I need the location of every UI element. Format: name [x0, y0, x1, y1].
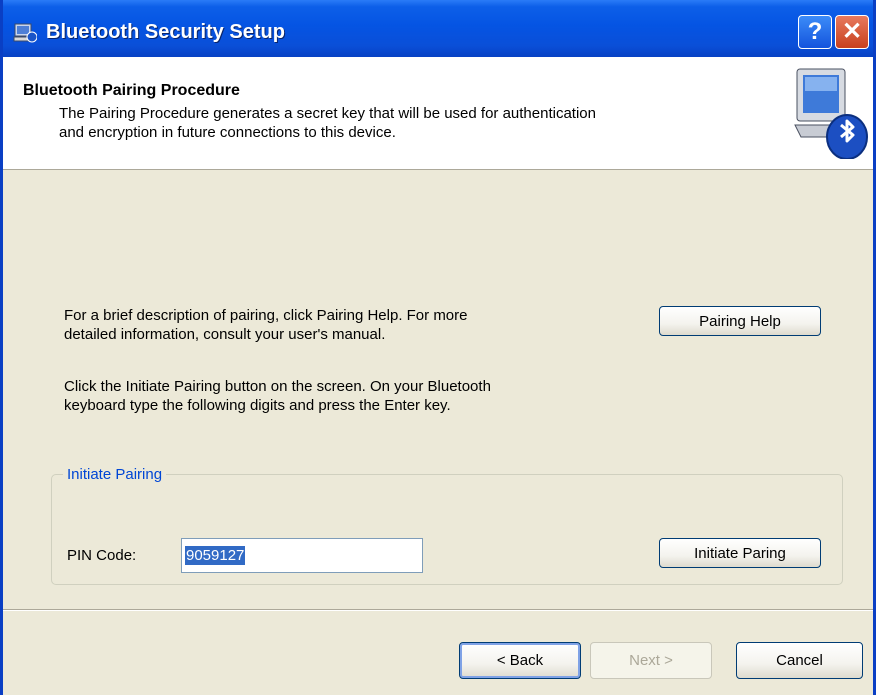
- pairing-help-button[interactable]: Pairing Help: [659, 306, 821, 336]
- help-button[interactable]: ?: [798, 15, 832, 49]
- bluetooth-monitor-icon: [794, 68, 868, 159]
- pairing-help-text: For a brief description of pairing, clic…: [64, 306, 468, 344]
- pin-code-value: 9059127: [185, 546, 246, 565]
- instruction-text: Click the Initiate Pairing button on the…: [64, 377, 491, 415]
- initiate-pairing-group: [51, 474, 843, 585]
- group-label: Initiate Pairing: [63, 466, 167, 483]
- help-text-line-1: For a brief description of pairing, clic…: [64, 307, 468, 324]
- dialog-window: Bluetooth Security Setup ? ✕ Bluetooth P…: [0, 0, 876, 695]
- wizard-header: Bluetooth Pairing Procedure The Pairing …: [3, 57, 873, 170]
- instruction-line-2: keyboard type the following digits and p…: [64, 397, 451, 414]
- pin-code-label: PIN Code:: [67, 547, 137, 564]
- pin-code-field[interactable]: 9059127: [181, 538, 423, 573]
- window-title: Bluetooth Security Setup: [46, 21, 285, 43]
- page-description: The Pairing Procedure generates a secret…: [59, 104, 759, 142]
- next-button[interactable]: Next >: [590, 642, 712, 679]
- description-line-1: The Pairing Procedure generates a secret…: [59, 105, 596, 122]
- page-title: Bluetooth Pairing Procedure: [23, 82, 240, 99]
- title-bar[interactable]: Bluetooth Security Setup ? ✕: [3, 0, 873, 57]
- cancel-button[interactable]: Cancel: [736, 642, 863, 679]
- help-text-line-2: detailed information, consult your user'…: [64, 326, 386, 343]
- description-line-2: and encryption in future connections to …: [59, 124, 396, 141]
- instruction-line-1: Click the Initiate Pairing button on the…: [64, 378, 491, 395]
- back-button[interactable]: < Back: [459, 642, 581, 679]
- bluetooth-computer-icon: [13, 23, 37, 43]
- footer-separator: [3, 609, 873, 611]
- close-button[interactable]: ✕: [835, 15, 869, 49]
- initiate-pairing-button[interactable]: Initiate Paring: [659, 538, 821, 568]
